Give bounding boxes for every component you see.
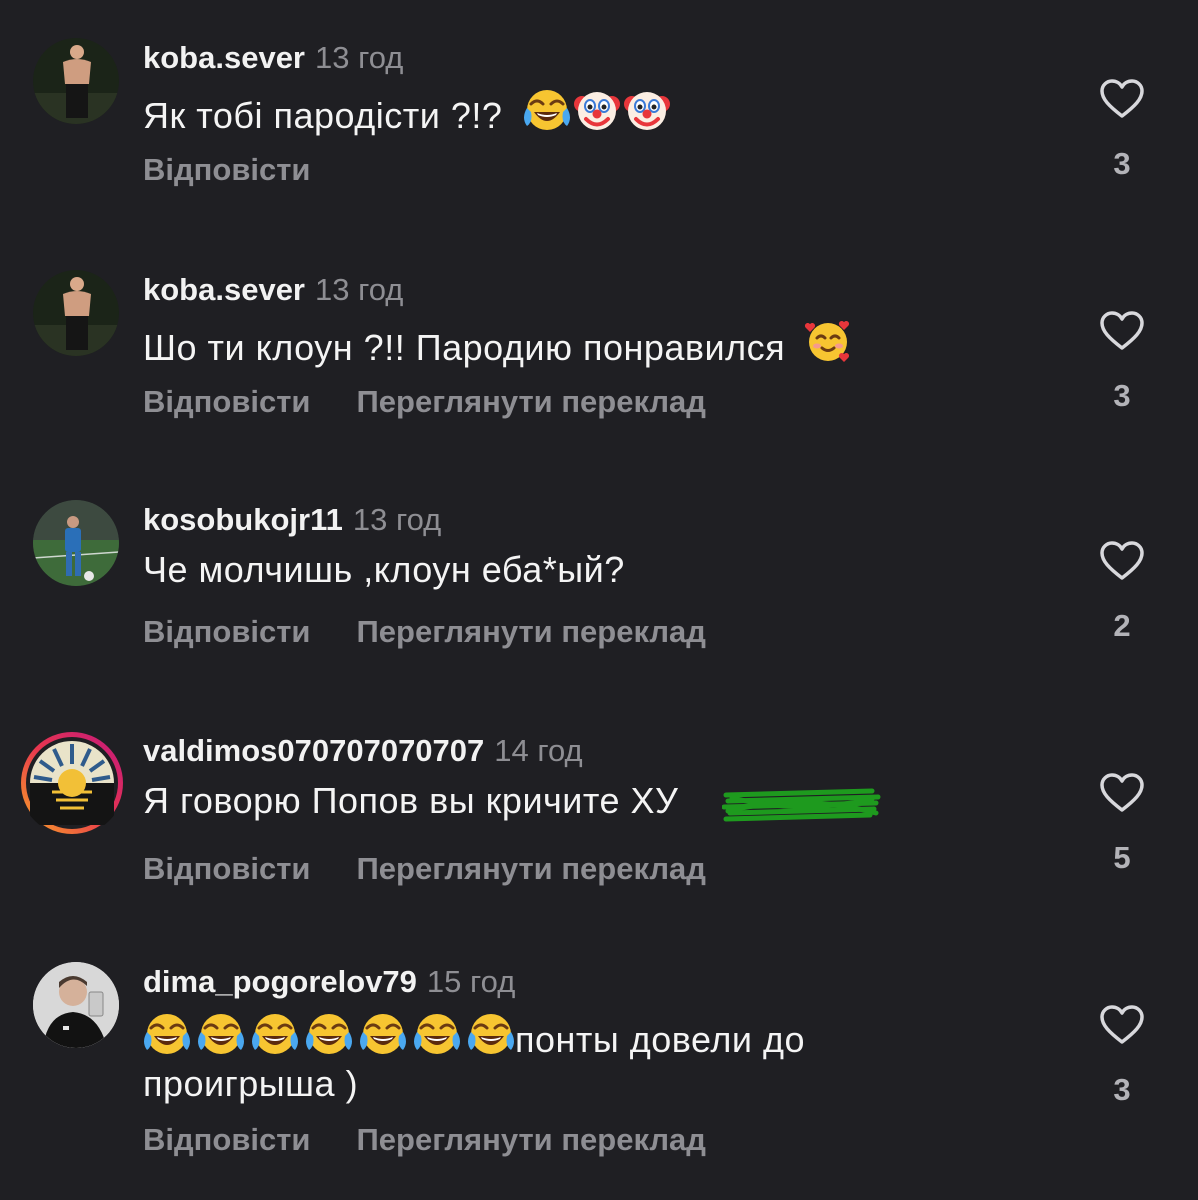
reply-button[interactable]: Відповісти	[143, 614, 311, 649]
comment-body-line2: проигрыша )	[143, 1063, 359, 1104]
timestamp: 13 год	[315, 40, 404, 75]
heart-icon[interactable]	[1099, 78, 1145, 120]
comment-actions: Відповісти Переглянути переклад	[143, 612, 706, 652]
see-translation-button[interactable]: Переглянути переклад	[357, 384, 706, 419]
comment-body-line1: понты довели до	[515, 1019, 805, 1060]
avatar[interactable]	[33, 500, 119, 586]
heart-icon[interactable]	[1099, 310, 1145, 352]
face-with-tears-of-joy-icon	[251, 1010, 299, 1058]
comment-meta: dima_pogorelov79 15 год	[143, 962, 515, 1002]
reply-button[interactable]: Відповісти	[143, 152, 311, 187]
reply-button[interactable]: Відповісти	[143, 1122, 311, 1157]
censor-scribble	[722, 788, 881, 822]
timestamp: 13 год	[352, 502, 442, 537]
see-translation-button[interactable]: Переглянути переклад	[357, 1122, 706, 1157]
comment-text: понты довели до проигрыша )	[143, 1010, 883, 1106]
comment-meta: koba.sever 13 год	[143, 38, 403, 78]
like-count: 3	[1113, 146, 1131, 181]
face-with-tears-of-joy-icon	[305, 1010, 353, 1058]
smiling-face-with-hearts-icon	[804, 318, 852, 366]
comment-meta: kosobukojr11 13 год	[143, 500, 441, 540]
username[interactable]: dima_pogorelov79	[143, 964, 417, 999]
avatar[interactable]	[33, 38, 119, 124]
comment-body: Шо ти клоун ?!! Пародию понравился	[143, 327, 786, 368]
heart-icon[interactable]	[1099, 540, 1145, 582]
face-with-tears-of-joy-icon	[467, 1010, 515, 1058]
like-count: 5	[1113, 840, 1131, 875]
comment-text: Як тобі пародісти ?!?	[143, 86, 883, 138]
clown-face-icon	[623, 86, 671, 134]
comment-meta: valdimos070707070707 14 год	[143, 731, 583, 771]
timestamp: 15 год	[426, 964, 516, 999]
heart-icon[interactable]	[1099, 1004, 1145, 1046]
face-with-tears-of-joy-icon	[143, 1010, 191, 1058]
comment-actions: Відповісти Переглянути переклад	[143, 849, 706, 889]
timestamp: 13 год	[315, 272, 404, 307]
comment-meta: koba.sever 13 год	[143, 270, 403, 310]
comment-actions: Відповісти Переглянути переклад	[143, 382, 706, 422]
username[interactable]: kosobukojr11	[143, 502, 343, 537]
comment-text: Че молчишь ,клоун еба*ый?	[143, 548, 883, 592]
username[interactable]: koba.sever	[143, 272, 305, 307]
face-with-tears-of-joy-icon	[359, 1010, 407, 1058]
comment-body: Я говорю Попов вы кричите ХУ	[143, 780, 679, 821]
heart-icon[interactable]	[1099, 772, 1145, 814]
face-with-tears-of-joy-icon	[523, 86, 571, 134]
see-translation-button[interactable]: Переглянути переклад	[357, 614, 706, 649]
reply-button[interactable]: Відповісти	[143, 384, 311, 419]
avatar[interactable]	[33, 270, 119, 356]
avatar-with-story-ring[interactable]	[19, 730, 125, 836]
comment-text: Шо ти клоун ?!! Пародию понравился	[143, 318, 883, 370]
comment-body: Че молчишь ,клоун еба*ый?	[143, 549, 625, 590]
see-translation-button[interactable]: Переглянути переклад	[357, 851, 706, 886]
comment-body: Як тобі пародісти ?!?	[143, 95, 503, 136]
username[interactable]: valdimos070707070707	[143, 733, 484, 768]
like-count: 2	[1113, 608, 1131, 643]
reply-button[interactable]: Відповісти	[143, 851, 311, 886]
like-count: 3	[1113, 378, 1131, 413]
avatar[interactable]	[33, 962, 119, 1048]
comment-actions: Відповісти Переглянути переклад	[143, 1120, 706, 1160]
comment-actions: Відповісти	[143, 150, 357, 190]
like-count: 3	[1113, 1072, 1131, 1107]
timestamp: 14 год	[494, 733, 583, 768]
face-with-tears-of-joy-icon	[413, 1010, 461, 1058]
username[interactable]: koba.sever	[143, 40, 305, 75]
face-with-tears-of-joy-icon	[197, 1010, 245, 1058]
clown-face-icon	[573, 86, 621, 134]
